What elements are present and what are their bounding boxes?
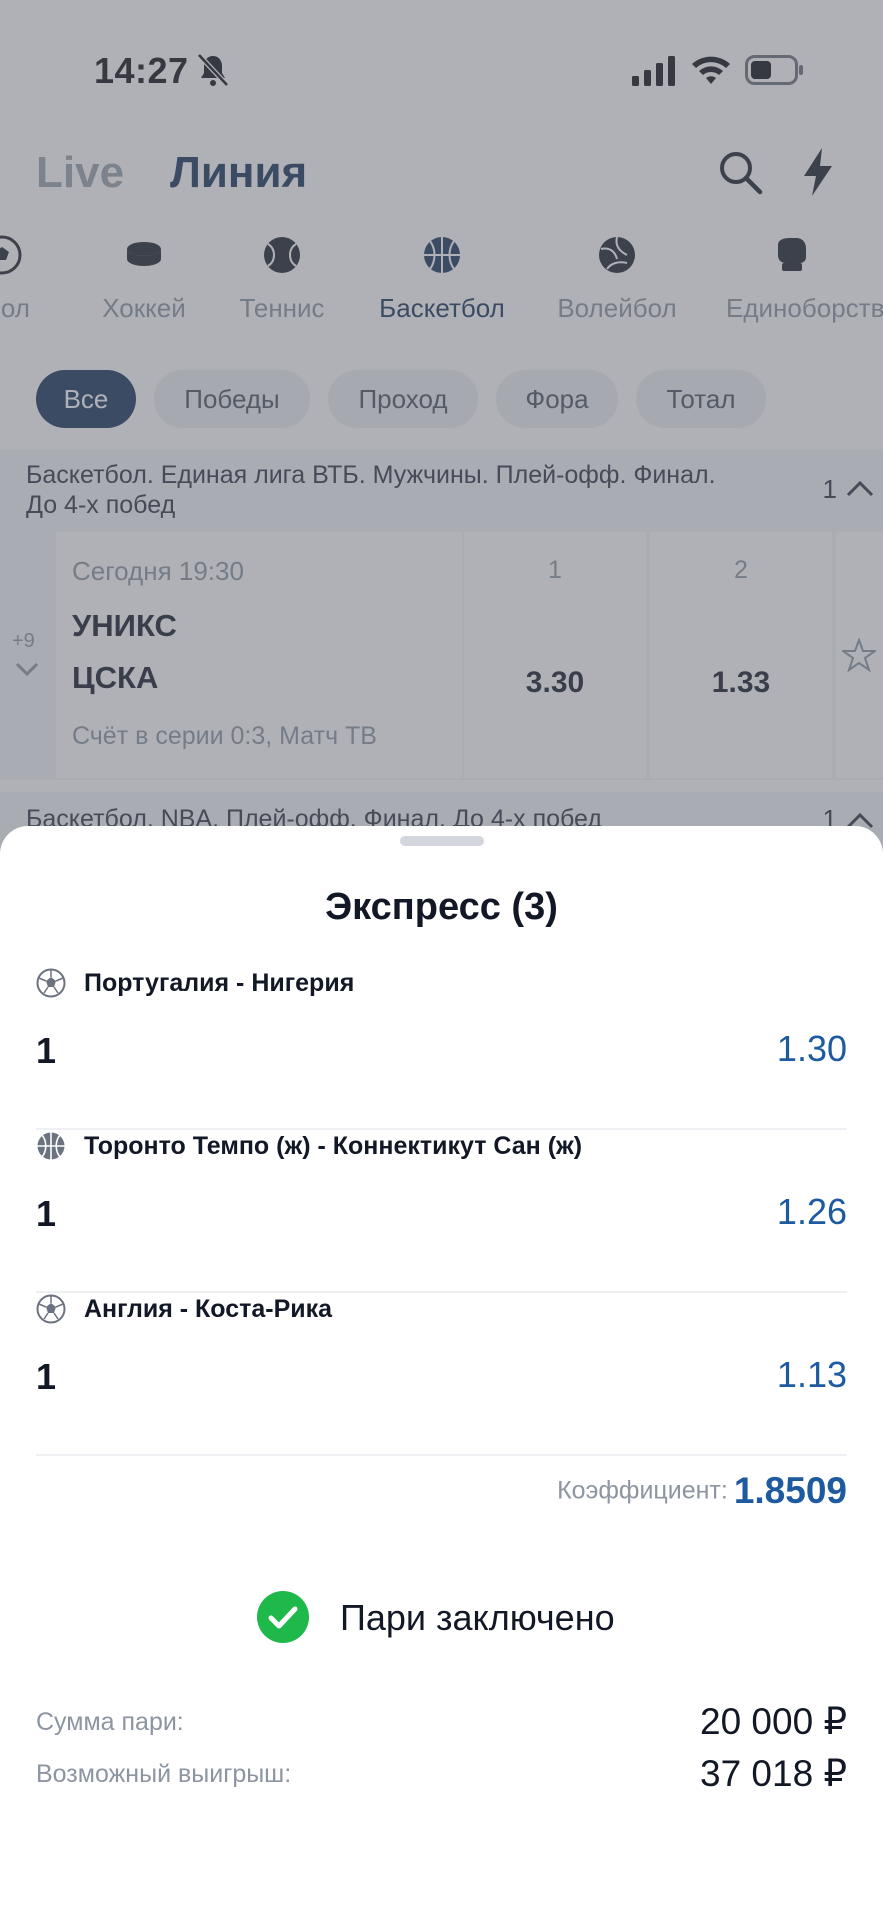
bet-match: Англия - Коста-Рика xyxy=(84,1295,333,1323)
bet-outcome: 1 xyxy=(36,1193,57,1234)
sheet-grabber[interactable] xyxy=(400,836,484,846)
bet-item: Торонто Темпо (ж) - Коннектикут Сан (ж) … xyxy=(36,1131,847,1293)
stake-value: 20 000 ₽ xyxy=(700,1701,847,1742)
bet-coefficient: 1.26 xyxy=(776,1191,847,1232)
bet-item: Англия - Коста-Рика 1 1.13 xyxy=(36,1294,847,1456)
bet-outcome: 1 xyxy=(36,1356,57,1397)
check-circle-icon xyxy=(257,1591,309,1643)
soccer-ball-icon xyxy=(36,1294,66,1324)
bet-slip-sheet: Экспресс (3) Португалия - Нигерия 1 1.30… xyxy=(0,826,883,1920)
bet-item: Португалия - Нигерия 1 1.30 xyxy=(36,968,847,1130)
bet-match: Торонто Темпо (ж) - Коннектикут Сан (ж) xyxy=(84,1132,583,1160)
soccer-ball-icon xyxy=(36,968,66,998)
stake-row: Сумма пари: 20 000 ₽ xyxy=(36,1700,847,1744)
bet-coefficient: 1.13 xyxy=(776,1354,847,1395)
bet-match: Португалия - Нигерия xyxy=(84,969,355,997)
total-coefficient-value: 1.8509 xyxy=(733,1470,847,1511)
possible-win-value: 37 018 ₽ xyxy=(700,1753,847,1794)
possible-win-label: Возможный выигрыш: xyxy=(36,1760,292,1788)
bet-placed-message: Пари заключено xyxy=(340,1597,615,1638)
bet-coefficient: 1.30 xyxy=(776,1028,847,1069)
stake-label: Сумма пари: xyxy=(36,1708,184,1736)
total-coefficient-label: Коэффициент: xyxy=(557,1476,728,1505)
possible-win-row: Возможный выигрыш: 37 018 ₽ xyxy=(36,1752,847,1796)
sheet-title: Экспресс (3) xyxy=(325,886,558,928)
bet-outcome: 1 xyxy=(36,1030,57,1071)
total-coefficient: Коэффициент: 1.8509 xyxy=(557,1470,847,1512)
basketball-icon xyxy=(37,1132,65,1160)
